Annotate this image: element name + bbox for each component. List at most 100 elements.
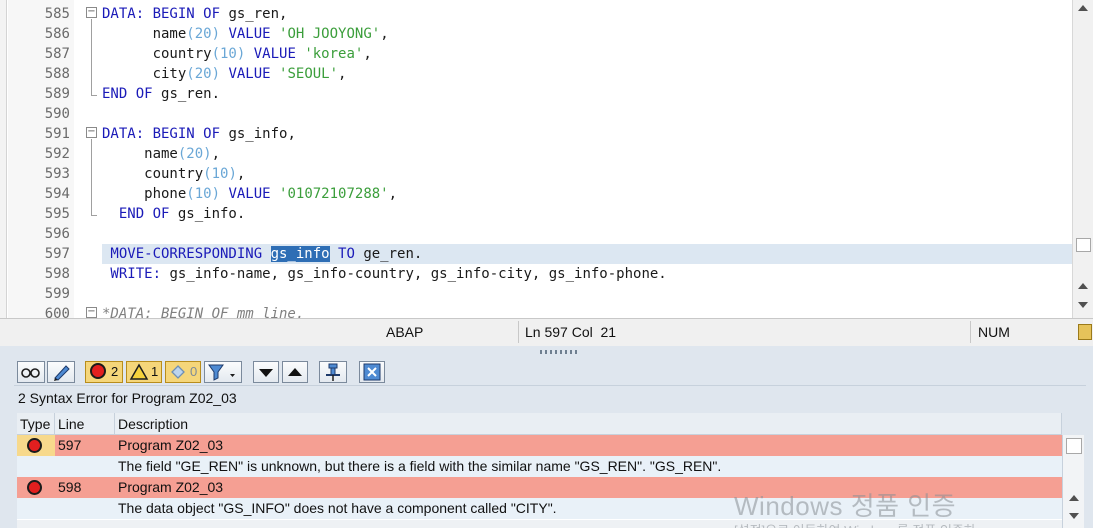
- line-number: 592: [0, 144, 80, 164]
- line-number-text: 585: [44, 6, 70, 22]
- line-number-text: 588: [44, 66, 70, 82]
- warnings-filter-button[interactable]: 1: [126, 361, 162, 383]
- windows-activation-watermark: Windows 정품 인증: [734, 491, 957, 521]
- line-number: 600: [0, 304, 80, 318]
- code-token: VALUE: [245, 46, 305, 62]
- previous-message-button[interactable]: [282, 361, 308, 383]
- edit-button[interactable]: [47, 361, 75, 383]
- code-text[interactable]: DATA: BEGIN OF gs_ren,: [102, 4, 1062, 24]
- splitter-grip-icon[interactable]: [540, 350, 580, 354]
- code-token: phone: [102, 186, 187, 202]
- line-cell[interactable]: 597: [58, 435, 81, 456]
- code-text[interactable]: END OF gs_ren.: [102, 84, 1062, 104]
- scroll-down-icon[interactable]: [1078, 302, 1088, 308]
- code-text[interactable]: city(20) VALUE 'SEOUL',: [102, 64, 1062, 84]
- scroll-thumb[interactable]: [1066, 438, 1082, 454]
- pin-button[interactable]: [319, 361, 347, 383]
- code-text[interactable]: END OF gs_info.: [102, 204, 1062, 224]
- error-toolbar: 2 1 0: [14, 358, 1086, 386]
- code-text[interactable]: [102, 284, 1062, 304]
- message-cell[interactable]: The data object "GS_INFO" does not have …: [118, 498, 557, 519]
- program-cell[interactable]: Program Z02_03: [118, 435, 223, 456]
- line-number-text: 598: [44, 266, 70, 282]
- error-icon: [27, 438, 42, 453]
- close-pane-button[interactable]: [359, 361, 385, 383]
- line-number: 586: [0, 24, 80, 44]
- code-text[interactable]: *DATA: BEGIN OF mm_line.: [102, 304, 1062, 318]
- scroll-up-icon[interactable]: [1069, 495, 1079, 501]
- code-text[interactable]: country(10),: [102, 164, 1062, 184]
- fold-toggle-585[interactable]: −: [86, 7, 97, 18]
- next-message-button[interactable]: [253, 361, 279, 383]
- error-list-title: 2 Syntax Error for Program Z02_03: [18, 390, 237, 406]
- line-cell[interactable]: 598: [58, 477, 81, 498]
- language-indicator: ABAP: [386, 324, 424, 340]
- pane-splitter[interactable]: [0, 346, 1093, 358]
- code-text[interactable]: country(10) VALUE 'korea',: [102, 44, 1062, 64]
- line-number-text: 590: [44, 106, 70, 122]
- code-token: (10): [203, 166, 237, 182]
- code-token: VALUE: [220, 66, 280, 82]
- line-number-text: 597: [44, 246, 70, 262]
- line-number-text: 587: [44, 46, 70, 62]
- error-icon: [90, 363, 106, 379]
- code-token: (20): [186, 26, 221, 42]
- selected-text: gs_info: [270, 246, 330, 262]
- line-number: 588: [0, 64, 80, 84]
- error-icon: [27, 480, 42, 495]
- scroll-up-icon[interactable]: [1078, 5, 1088, 11]
- line-number-text: 593: [44, 166, 70, 182]
- code-token: name: [102, 146, 178, 162]
- code-token: gs_info-name, gs_info-country, gs_info-c…: [169, 266, 667, 282]
- filter-button[interactable]: [204, 361, 242, 383]
- code-token: gs_ren,: [228, 6, 288, 22]
- notes-icon[interactable]: [1078, 324, 1092, 340]
- info-filter-button[interactable]: 0: [165, 361, 201, 383]
- column-header-description[interactable]: Description: [115, 413, 1062, 435]
- scroll-down-icon[interactable]: [1069, 513, 1079, 519]
- code-token: BEGIN OF: [152, 6, 229, 22]
- code-text[interactable]: phone(10) VALUE '01072107288',: [102, 184, 1062, 204]
- editor-vertical-scrollbar[interactable]: [1072, 0, 1093, 318]
- code-text[interactable]: name(20),: [102, 144, 1062, 164]
- status-separator: [518, 321, 519, 343]
- code-text[interactable]: DATA: BEGIN OF gs_info,: [102, 124, 1062, 144]
- error-message-row[interactable]: The field "GE_REN" is unknown, but there…: [17, 456, 1062, 477]
- code-token: (10): [186, 186, 221, 202]
- glasses-button[interactable]: [17, 361, 45, 383]
- scroll-up-icon[interactable]: [1078, 283, 1088, 289]
- pencil-icon: [54, 365, 70, 381]
- fold-guide: [91, 139, 92, 215]
- column-header-type[interactable]: Type: [17, 413, 55, 435]
- fold-guide-end: [91, 95, 97, 96]
- code-text[interactable]: [102, 104, 1062, 124]
- line-number-text: 592: [44, 146, 70, 162]
- column-header-line[interactable]: Line: [55, 413, 115, 435]
- code-text[interactable]: name(20) VALUE 'OH JOOYONG',: [102, 24, 1062, 44]
- error-grid-scrollbar[interactable]: [1062, 435, 1084, 528]
- type-cell: [17, 435, 55, 456]
- code-token: BEGIN OF: [152, 126, 229, 142]
- program-cell[interactable]: Program Z02_03: [118, 477, 223, 498]
- warning-icon: [129, 363, 149, 380]
- editor-status-bar: ABAP Ln 597 Col 21 NUM: [0, 318, 1093, 346]
- code-token: 'SEOUL': [279, 66, 339, 82]
- line-number-text: 595: [44, 206, 70, 222]
- code-token: ,: [236, 166, 246, 182]
- code-token: gs_ren.: [161, 86, 221, 102]
- error-row[interactable]: 597 Program Z02_03: [17, 435, 1062, 456]
- code-text[interactable]: WRITE: gs_info-name, gs_info-country, gs…: [102, 264, 1062, 284]
- arrow-down-icon: [259, 369, 273, 377]
- pin-icon: [326, 363, 340, 381]
- code-token: ,: [380, 26, 389, 42]
- code-text[interactable]: [102, 224, 1062, 244]
- code-editor[interactable]: 585 DATA: BEGIN OF gs_ren, 586 name(20) VA…: [0, 0, 1093, 318]
- message-cell[interactable]: The field "GE_REN" is unknown, but there…: [118, 456, 721, 477]
- code-text[interactable]: MOVE-CORRESPONDING gs_info TO ge_ren.: [102, 244, 1062, 264]
- windows-activation-hint: [설정]으로 이동하여 Windows를 정품 인증하: [734, 520, 976, 528]
- errors-filter-button[interactable]: 2: [85, 361, 123, 383]
- scroll-thumb[interactable]: [1076, 238, 1091, 252]
- code-token: ,: [388, 186, 398, 202]
- fold-toggle-600[interactable]: −: [86, 307, 97, 318]
- fold-toggle-591[interactable]: −: [86, 127, 97, 138]
